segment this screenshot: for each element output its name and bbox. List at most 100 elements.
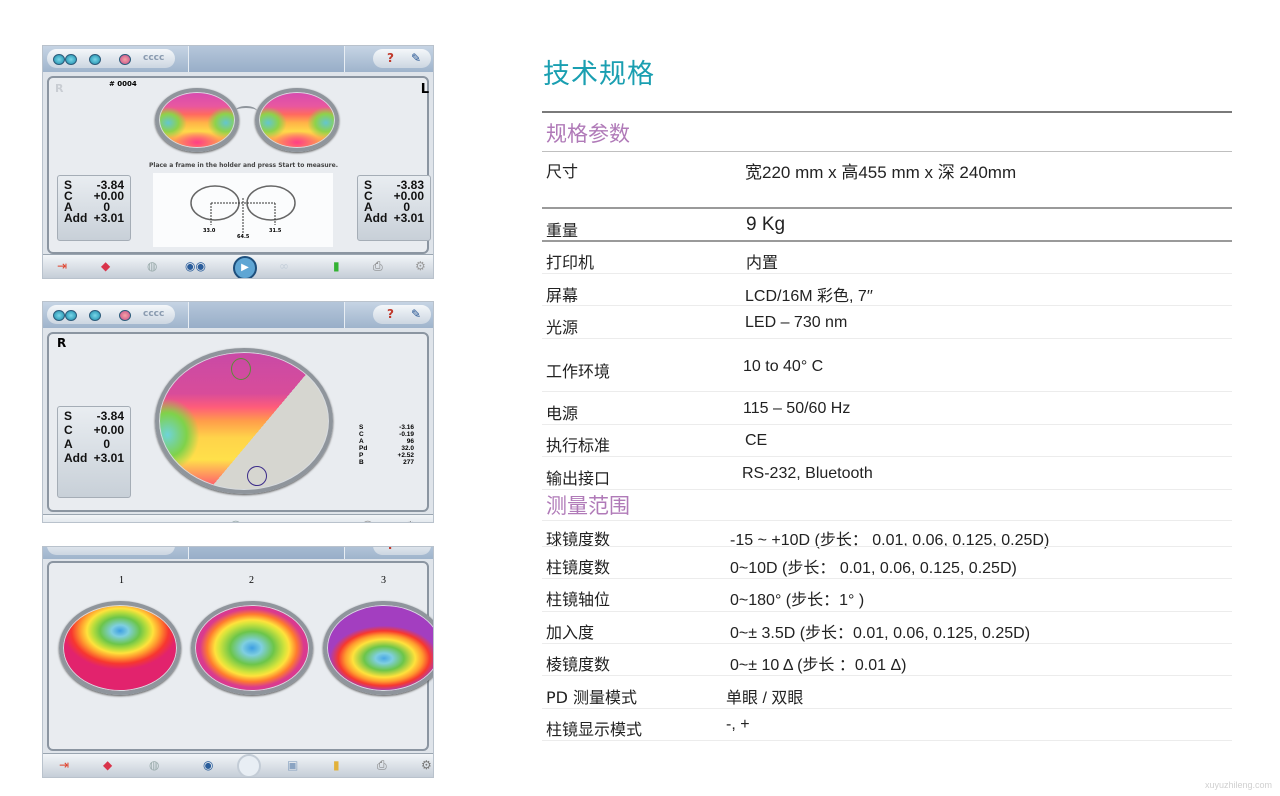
map-label-2: 2	[249, 575, 254, 586]
exit-icon[interactable]: ⇥	[57, 259, 67, 273]
divider	[542, 611, 1232, 612]
spec-value-screen: LCD/16M 彩色, 7′′	[745, 288, 873, 305]
mode-selector[interactable]: cccc	[47, 49, 175, 68]
start-icon[interactable]: ▶	[233, 256, 257, 278]
add-value: +3.01	[93, 211, 124, 225]
tools-icon[interactable]: ✎	[411, 305, 421, 324]
printer-icon[interactable]: ◯	[361, 519, 374, 522]
point-axis-value: 96	[406, 438, 414, 445]
printer-icon[interactable]: ⎙	[373, 259, 383, 273]
help-icon[interactable]: ?	[387, 49, 394, 68]
point-prism-label: P	[359, 452, 364, 459]
divider	[542, 305, 1232, 306]
right-lens-map	[155, 88, 239, 152]
point-pd-value: 32.0	[401, 445, 414, 452]
bottom-toolbar: ⇥ ◆ ◍ ◉ ▣ ▮ ⎙ ⚙	[43, 753, 433, 777]
more-icon[interactable]: cccc	[143, 49, 164, 68]
range-value-pd-mode: 单眼 / 双眼	[726, 690, 804, 707]
spec-label-light-source: 光源	[546, 318, 579, 337]
tools-icon[interactable]: ✎	[411, 49, 421, 68]
contact-lens-map-3[interactable]	[323, 601, 433, 695]
more-icon[interactable]: cccc	[143, 305, 164, 324]
top-right-buttons: ? ✎	[373, 49, 431, 68]
spec-value-interface: RS-232, Bluetooth	[742, 465, 873, 482]
map-label-3: 3	[381, 575, 386, 586]
spec-label-printer: 打印机	[546, 253, 595, 272]
spec-label-weight: 重量	[546, 221, 579, 240]
binocular-icon[interactable]: ◉	[203, 758, 213, 772]
right-eye-label: R	[55, 82, 64, 95]
save-icon[interactable]: ▬	[277, 519, 288, 522]
help-icon[interactable]: ?	[387, 547, 394, 555]
range-label-add: 加入度	[546, 623, 595, 642]
pd-diagram: 33.0 64.5 31.5	[153, 173, 333, 247]
contact-lens-mode-icon[interactable]	[119, 310, 131, 321]
eraser-icon[interactable]: ◆	[103, 758, 112, 772]
frame-icon[interactable]: ∞	[279, 259, 289, 273]
settings-icon[interactable]: ⚙	[421, 758, 432, 772]
contact-lens-map-2[interactable]	[191, 601, 313, 695]
range-label-cyl-display: 柱镜显示模式	[546, 720, 643, 739]
settings-icon[interactable]: ⚙	[415, 259, 426, 273]
battery-icon[interactable]: ▮	[333, 259, 340, 273]
divider	[542, 111, 1232, 113]
lens-icon[interactable]: ◍	[147, 519, 157, 522]
mode-selector[interactable]: cccc	[47, 305, 175, 324]
divider	[542, 643, 1232, 644]
binocular-mode-icon[interactable]	[53, 310, 65, 321]
top-toolbar: ?	[43, 547, 433, 559]
point-pd-label: Pd	[359, 445, 368, 452]
spec-label-dimensions: 尺寸	[546, 162, 579, 181]
range-value-axis: 0~180° (步长：1° )	[730, 592, 865, 609]
binocular-icon[interactable]: ◉◉	[185, 259, 206, 273]
spec-label-power: 电源	[546, 404, 579, 423]
section-title-range: 测量范围	[546, 494, 630, 518]
add-label: Add	[64, 211, 88, 225]
spec-value-environment: 10 to 40° C	[743, 358, 824, 375]
mode-selector[interactable]	[47, 547, 175, 555]
add-label: Add	[364, 211, 388, 225]
binocular-icon[interactable]: ◉◉	[185, 519, 206, 522]
exit-icon[interactable]: ▪	[61, 519, 69, 522]
save-icon[interactable]: ▣	[287, 758, 298, 772]
title-area	[188, 547, 345, 559]
start-icon[interactable]	[237, 754, 261, 777]
divider	[542, 338, 1232, 339]
divider	[542, 675, 1232, 676]
folder-icon[interactable]: ▮	[333, 758, 340, 772]
range-label-cylinder: 柱镜度数	[546, 558, 611, 577]
lens-icon[interactable]: ◍	[149, 758, 159, 772]
binocular-mode-icon-2	[65, 310, 77, 321]
add-label: Add	[64, 451, 88, 465]
eraser-icon[interactable]: ◆	[101, 259, 110, 273]
help-icon[interactable]: ?	[387, 305, 394, 324]
screenshot-binocular: cccc ? ✎ R # 0004 L Place a frame in the…	[42, 45, 434, 279]
pd-total: 64.5	[237, 234, 250, 240]
eraser-icon[interactable]: ▲	[103, 519, 112, 522]
binocular-mode-icon[interactable]	[53, 54, 65, 65]
divider	[542, 424, 1232, 425]
start-icon[interactable]: ◯	[229, 519, 242, 522]
spec-value-standard: CE	[745, 432, 768, 449]
point-sphere-value: -3.16	[399, 424, 414, 431]
contact-lens-map-1[interactable]	[59, 601, 181, 695]
single-lens-mode-icon[interactable]	[89, 54, 101, 65]
measure-panel: R # 0004 L Place a frame in the holder a…	[47, 76, 431, 254]
left-lens-map	[255, 88, 339, 152]
divider	[542, 240, 1232, 242]
battery-icon[interactable]: ▪	[321, 519, 329, 522]
settings-icon[interactable]: ⚙	[405, 519, 416, 522]
point-prism-value: +2.52	[397, 452, 414, 459]
single-lens-mode-icon[interactable]	[89, 310, 101, 321]
lens-icon[interactable]: ◍	[147, 259, 157, 273]
spec-value-power: 115 – 50/60 Hz	[743, 400, 851, 417]
range-value-add: 0~± 3.5D (步长：0.01, 0.06, 0.125, 0.25D)	[730, 625, 1031, 642]
range-value-cyl-display: -, +	[726, 716, 750, 733]
exit-icon[interactable]: ⇥	[59, 758, 69, 772]
spec-label-standard: 执行标准	[546, 436, 611, 455]
contact-lens-mode-icon[interactable]	[119, 54, 131, 65]
job-number: # 0004	[109, 80, 137, 88]
printer-icon[interactable]: ⎙	[377, 758, 387, 772]
divider	[542, 520, 1232, 521]
divider	[542, 273, 1232, 274]
